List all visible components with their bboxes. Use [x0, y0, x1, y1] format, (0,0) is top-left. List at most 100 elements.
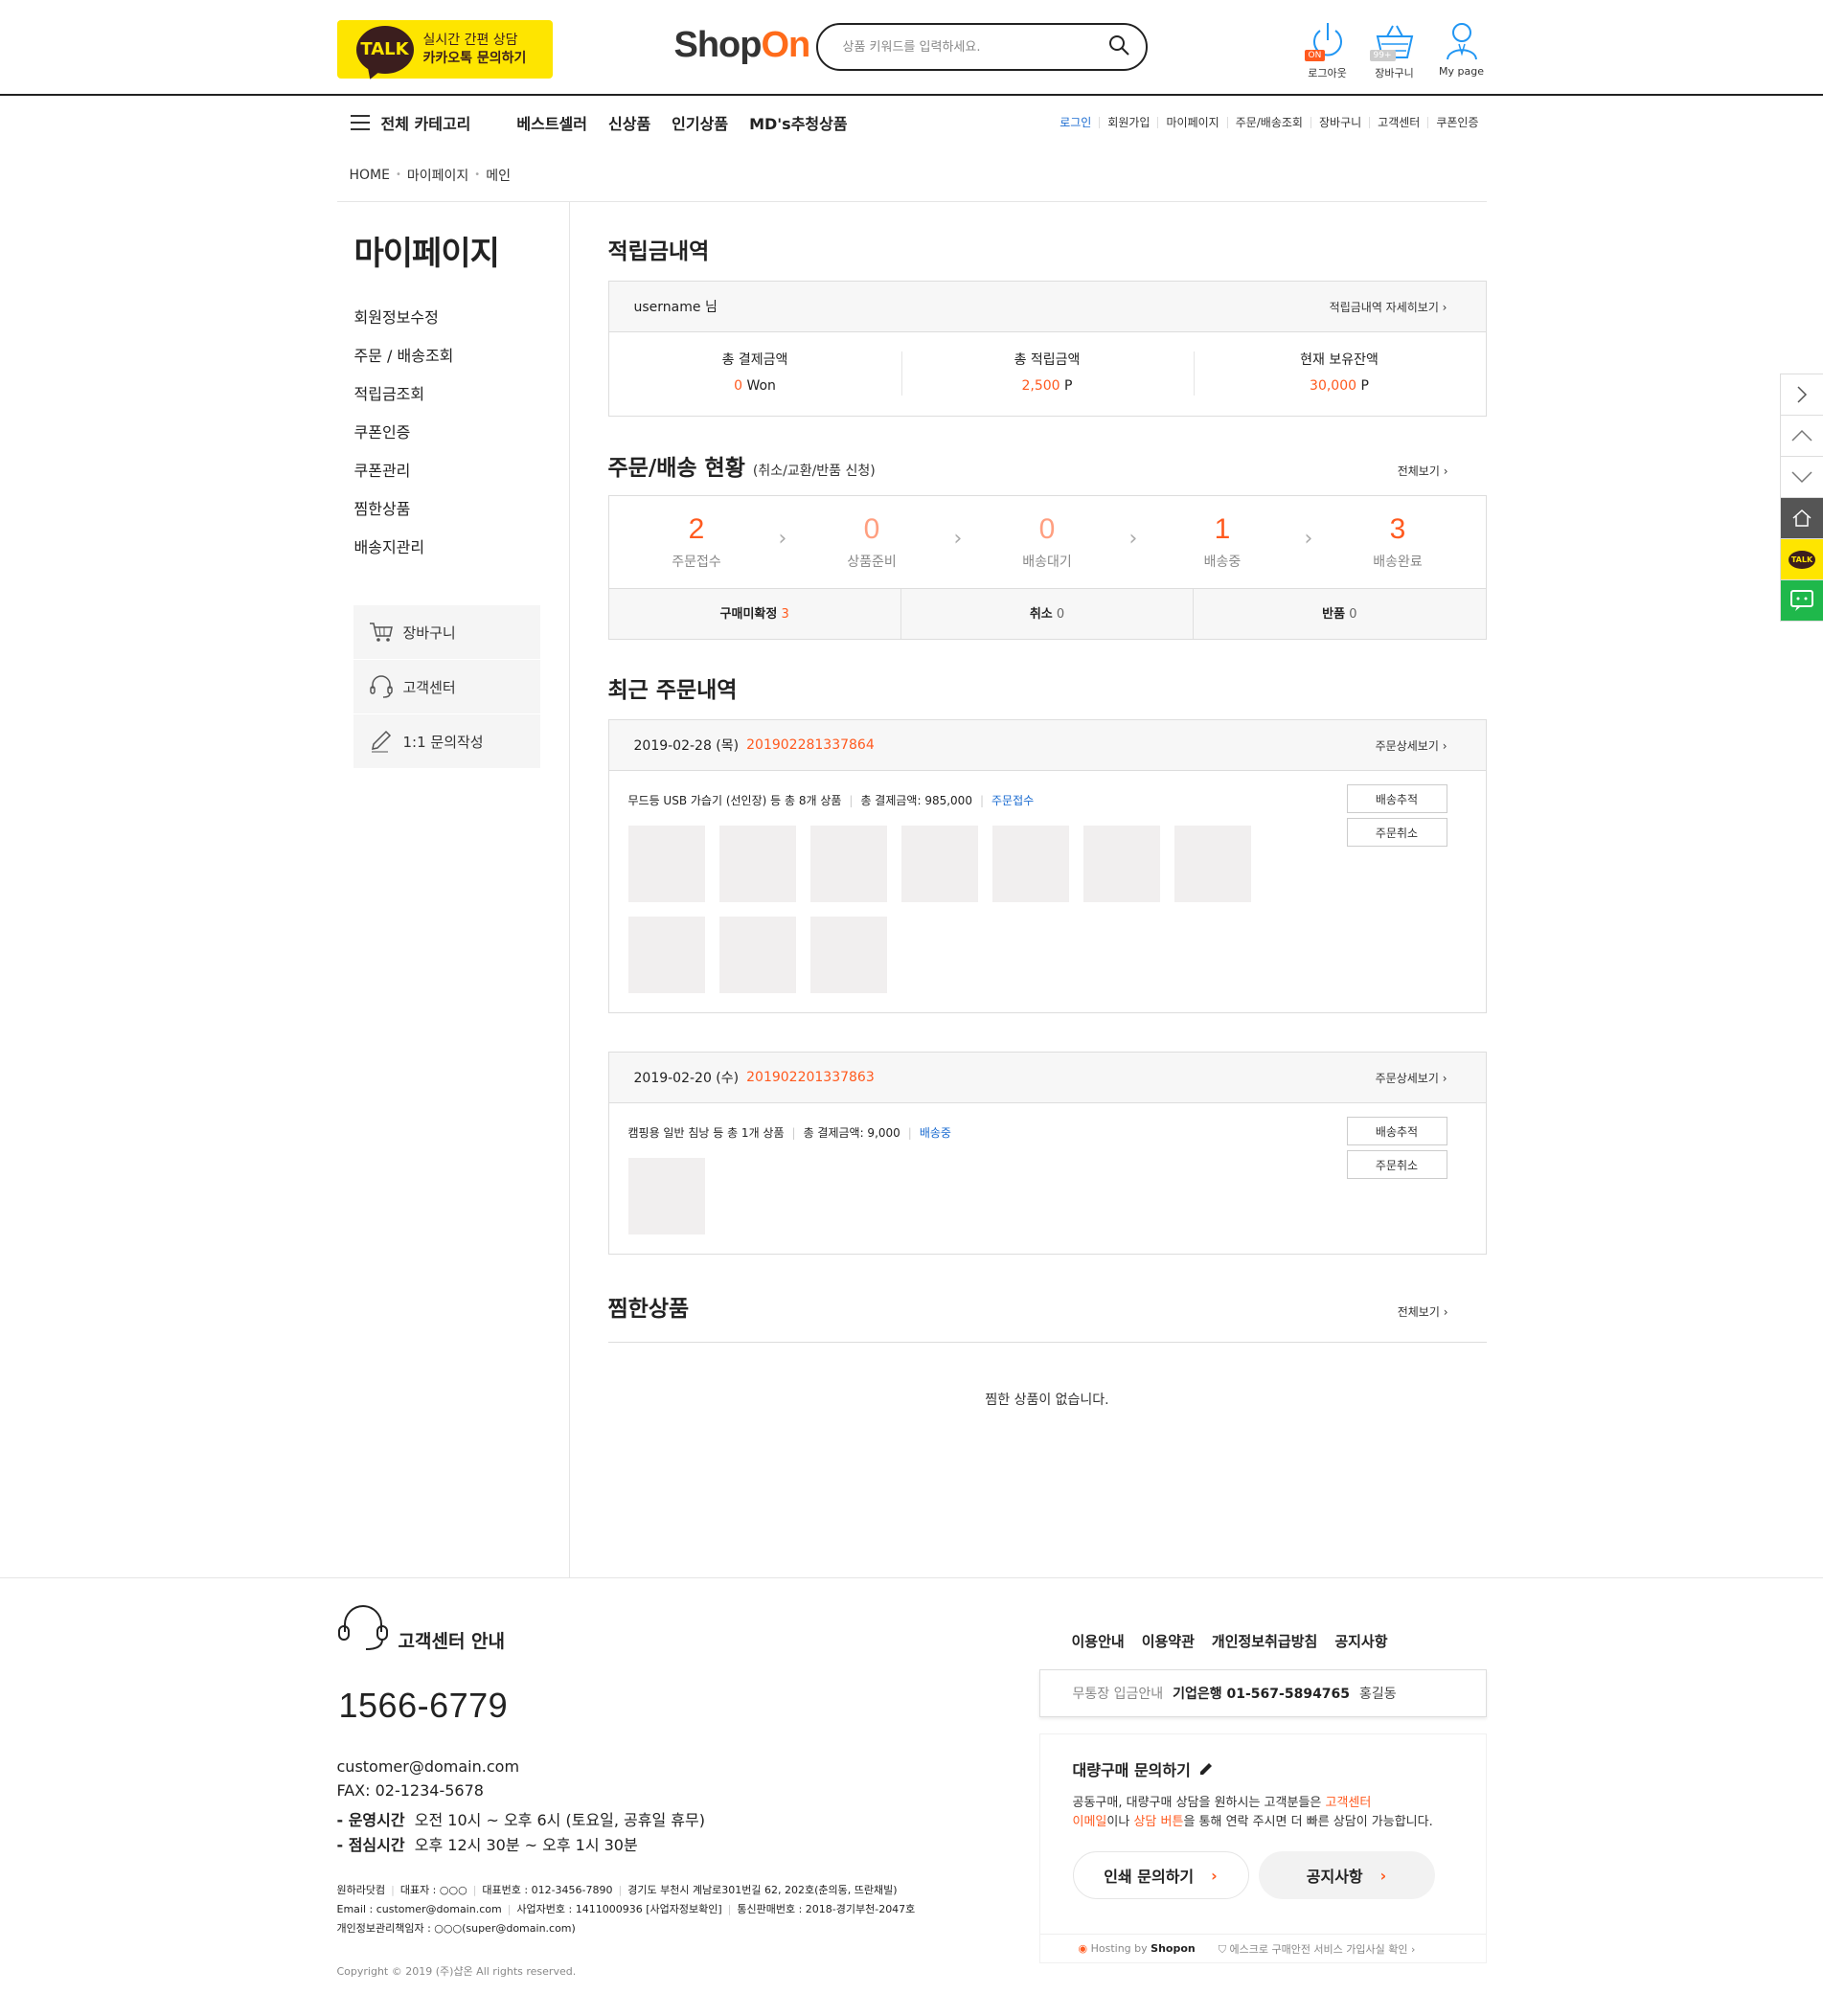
product-thumbnail[interactable]: [900, 826, 978, 902]
step-count: 3: [1389, 513, 1406, 545]
breadcrumb-home[interactable]: HOME: [350, 168, 390, 183]
cs-title: 고객센터 안내: [337, 1603, 505, 1653]
home-button[interactable]: [1780, 497, 1823, 539]
scroll-up-button[interactable]: [1780, 415, 1823, 457]
mypage-button[interactable]: My page: [1437, 21, 1487, 80]
util-cs[interactable]: 고객센터: [1369, 116, 1427, 128]
product-thumbnail[interactable]: [627, 917, 705, 993]
side-item-wishlist[interactable]: 찜한상품: [354, 500, 411, 518]
product-thumbnail[interactable]: [1082, 826, 1160, 902]
side-item-address[interactable]: 배송지관리: [354, 538, 425, 556]
shopon-logo[interactable]: ShopOn: [674, 25, 811, 66]
footer-link-privacy[interactable]: 개인정보취급방침: [1212, 1631, 1317, 1651]
product-thumbnail[interactable]: [627, 1158, 705, 1235]
talk-line2: 카카오톡 문의하기: [422, 50, 527, 66]
gnb-new[interactable]: 신상품: [608, 111, 650, 134]
kakao-talk-button[interactable]: TALK: [1780, 538, 1823, 580]
util-coupon[interactable]: 쿠폰인증: [1427, 116, 1486, 128]
step-shipping[interactable]: 1 배송중: [1129, 513, 1310, 571]
gnb-popular[interactable]: 인기상품: [672, 111, 728, 134]
status-steps: 2 주문접수 0 상품준비 0 배송대기 1 배송중 3 배송완료: [609, 496, 1486, 588]
kakao-talk-icon: TALK: [355, 25, 414, 74]
product-thumbnail[interactable]: [809, 826, 887, 902]
side-item-coupon-manage[interactable]: 쿠폰관리: [354, 462, 411, 480]
step-preparing[interactable]: 0 상품준비: [779, 513, 960, 571]
quick-inquiry[interactable]: 1:1 문의작성: [353, 714, 540, 769]
logout-badge: ON: [1304, 50, 1326, 61]
sub-label: 반품: [1322, 607, 1346, 622]
order-detail-link[interactable]: 주문상세보기 ›: [1376, 1070, 1447, 1086]
cancel-order-button[interactable]: 주문취소: [1346, 818, 1447, 847]
talk-banner-text: 실시간 간편 상담 카카오톡 문의하기: [423, 32, 527, 68]
footer-link-notice[interactable]: 공지사항: [1334, 1631, 1387, 1651]
bulk-title: 대량구매 문의하기: [1073, 1757, 1486, 1780]
balance-label: 현재 보유잔액: [1300, 352, 1379, 368]
all-category-button[interactable]: 전체 카테고리: [350, 111, 470, 134]
unconfirmed-count[interactable]: 구매미확정 3: [609, 589, 900, 639]
side-item-coupon-auth[interactable]: 쿠폰인증: [354, 423, 411, 442]
gnb-md-pick[interactable]: MD's추청상품: [749, 111, 848, 134]
product-thumbnail[interactable]: [809, 917, 887, 993]
search-input[interactable]: [842, 39, 1107, 55]
chat-button[interactable]: [1780, 579, 1823, 622]
order-detail-link[interactable]: 주문상세보기 ›: [1376, 737, 1447, 754]
return-count[interactable]: 반품 0: [1193, 589, 1485, 639]
breadcrumb-mypage[interactable]: 마이페이지: [407, 166, 468, 185]
mail-order-number: 통신판매번호 : 2018-경기부천-2047호: [737, 1903, 916, 1915]
sub-count: 0: [1056, 607, 1065, 622]
cart-button[interactable]: 99+ 장바구니: [1369, 21, 1420, 80]
kakao-talk-banner[interactable]: TALK 실시간 간편 상담 카카오톡 문의하기: [336, 20, 553, 79]
order-number[interactable]: 201902201337863: [746, 1070, 875, 1085]
wish-more-link[interactable]: 전체보기 ›: [1398, 1303, 1448, 1320]
notice-button[interactable]: 공지사항 ›: [1258, 1851, 1435, 1899]
product-thumbnail[interactable]: [718, 917, 796, 993]
talk-line1: 실시간 간편 상담: [422, 32, 518, 48]
gnb-bestseller[interactable]: 베스트셀러: [516, 111, 587, 134]
util-order[interactable]: 주문/배송조회: [1226, 116, 1310, 128]
side-item-orders[interactable]: 주문 / 배송조회: [354, 347, 454, 365]
footer-link-terms[interactable]: 이용약관: [1142, 1631, 1195, 1651]
search-button[interactable]: [1107, 34, 1130, 60]
product-thumbnail[interactable]: [1174, 826, 1251, 902]
order-number[interactable]: 201902281337864: [746, 737, 875, 753]
step-received[interactable]: 2 주문접수: [609, 513, 785, 571]
biz-number[interactable]: 사업자번호 : 1411000936 [사업자정보확인]: [516, 1903, 721, 1915]
cancel-count[interactable]: 취소 0: [900, 589, 1193, 639]
chevron-right-icon: ›: [1211, 1866, 1218, 1885]
points-detail-link[interactable]: 적립금내역 자세히보기 ›: [1330, 299, 1447, 315]
points-title: 적립금내역: [608, 233, 1487, 265]
quick-links: 장바구니 고객센터 1:1 문의작성: [353, 605, 540, 769]
side-item-points[interactable]: 적립금조회: [354, 385, 425, 403]
quick-cs[interactable]: 고객센터: [353, 660, 540, 714]
escrow-link[interactable]: ⛉ 에스크로 구매안전 서비스 가입사실 확인 ›: [1219, 1941, 1416, 1957]
escrow-text: 에스크로 구매안전 서비스 가입사실 확인 ›: [1229, 1942, 1416, 1956]
track-delivery-button[interactable]: 배송추적: [1346, 784, 1447, 813]
util-join[interactable]: 회원가입: [1099, 116, 1157, 128]
quick-cart[interactable]: 장바구니: [353, 605, 540, 660]
track-delivery-button[interactable]: 배송추적: [1346, 1117, 1447, 1145]
sub-count: 3: [781, 607, 789, 622]
step-delivered[interactable]: 3 배송완료: [1305, 513, 1486, 571]
side-item-profile[interactable]: 회원정보수정: [354, 308, 439, 327]
cs-email: customer@domain.com: [336, 1757, 520, 1776]
status-more-link[interactable]: 전체보기 ›: [1398, 463, 1448, 479]
product-thumbnail[interactable]: [718, 826, 796, 902]
product-thumbnail[interactable]: [991, 826, 1069, 902]
util-mypage[interactable]: 마이페이지: [1157, 116, 1226, 128]
rep-phone: 대표번호 : 012-3456-7890: [482, 1884, 613, 1896]
step-waiting[interactable]: 0 배송대기: [954, 513, 1135, 571]
footer-link-guide[interactable]: 이용안내: [1072, 1631, 1125, 1651]
points-box: username 님 적립금내역 자세히보기 › 총 결제금액 0 Won 총 적…: [607, 281, 1487, 417]
util-cart[interactable]: 장바구니: [1310, 116, 1369, 128]
main-nav: 전체 카테고리 베스트셀러 신상품 인기상품 MD's추청상품 로그인 회원가입…: [0, 96, 1823, 148]
bulk-highlight: 고객센터: [1325, 1796, 1372, 1810]
sub-label: 취소: [1029, 607, 1053, 622]
step-label: 배송중: [1203, 555, 1242, 570]
product-thumbnail[interactable]: [627, 826, 705, 902]
scroll-down-button[interactable]: [1780, 456, 1823, 498]
logout-button[interactable]: ON 로그아웃: [1303, 21, 1353, 80]
next-button[interactable]: [1780, 374, 1823, 416]
cancel-order-button[interactable]: 주문취소: [1346, 1150, 1447, 1179]
util-login[interactable]: 로그인: [1052, 117, 1099, 128]
print-inquiry-button[interactable]: 인쇄 문의하기 ›: [1072, 1851, 1249, 1899]
